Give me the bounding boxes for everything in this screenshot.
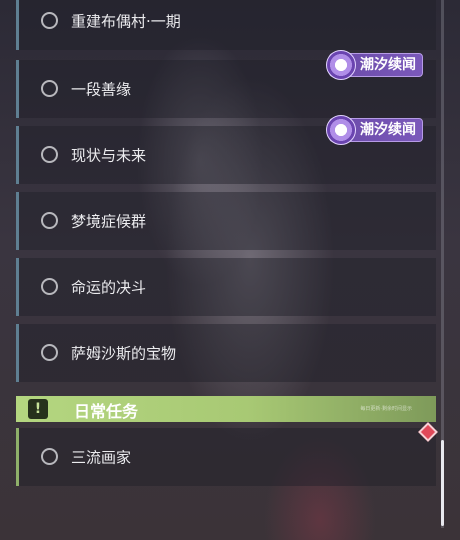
quest-item-samsas-treasure[interactable]: 萨姆沙斯的宝物 bbox=[16, 324, 436, 382]
quest-label: 三流画家 bbox=[71, 448, 132, 467]
exclamation-icon: ! bbox=[28, 399, 48, 419]
quest-list: 重建布偶村·一期 一段善缘 现状与未来 梦境症候群 命运的决斗 萨姆沙斯的宝物 … bbox=[0, 0, 445, 540]
tide-sequel-icon bbox=[326, 50, 356, 80]
tide-sequel-badge: 潮汐续闻 bbox=[326, 50, 423, 80]
section-title: 日常任务 bbox=[74, 402, 139, 421]
quest-status-circle-icon bbox=[41, 344, 58, 361]
tide-sequel-badge: 潮汐续闻 bbox=[326, 115, 423, 145]
badge-label: 潮汐续闻 bbox=[360, 122, 416, 138]
quest-status-circle-icon bbox=[41, 12, 58, 29]
daily-quests-header[interactable]: ! 日常任务 每日更新·剩余时间显示 bbox=[16, 396, 436, 422]
section-small-text: 每日更新·剩余时间显示 bbox=[360, 406, 412, 412]
quest-item-fate-duel[interactable]: 命运的决斗 bbox=[16, 258, 436, 316]
scrollbar-thumb[interactable] bbox=[441, 440, 444, 526]
quest-item-third-rate-painter[interactable]: 三流画家 bbox=[16, 428, 436, 486]
quest-label: 一段善缘 bbox=[71, 80, 132, 99]
quest-item-dream-syndrome[interactable]: 梦境症候群 bbox=[16, 192, 436, 250]
quest-label: 命运的决斗 bbox=[71, 278, 147, 297]
quest-label: 现状与未来 bbox=[71, 146, 147, 165]
quest-status-circle-icon bbox=[41, 278, 58, 295]
quest-label: 梦境症候群 bbox=[71, 212, 147, 231]
badge-label: 潮汐续闻 bbox=[360, 57, 416, 73]
tide-sequel-icon bbox=[326, 115, 356, 145]
quest-status-circle-icon bbox=[41, 146, 58, 163]
quest-status-circle-icon bbox=[41, 212, 58, 229]
quest-status-circle-icon bbox=[41, 448, 58, 465]
quest-status-circle-icon bbox=[41, 80, 58, 97]
quest-label: 萨姆沙斯的宝物 bbox=[71, 344, 177, 363]
quest-item-rebuild-doll-village[interactable]: 重建布偶村·一期 bbox=[16, 0, 436, 50]
quest-label: 重建布偶村·一期 bbox=[71, 12, 181, 31]
